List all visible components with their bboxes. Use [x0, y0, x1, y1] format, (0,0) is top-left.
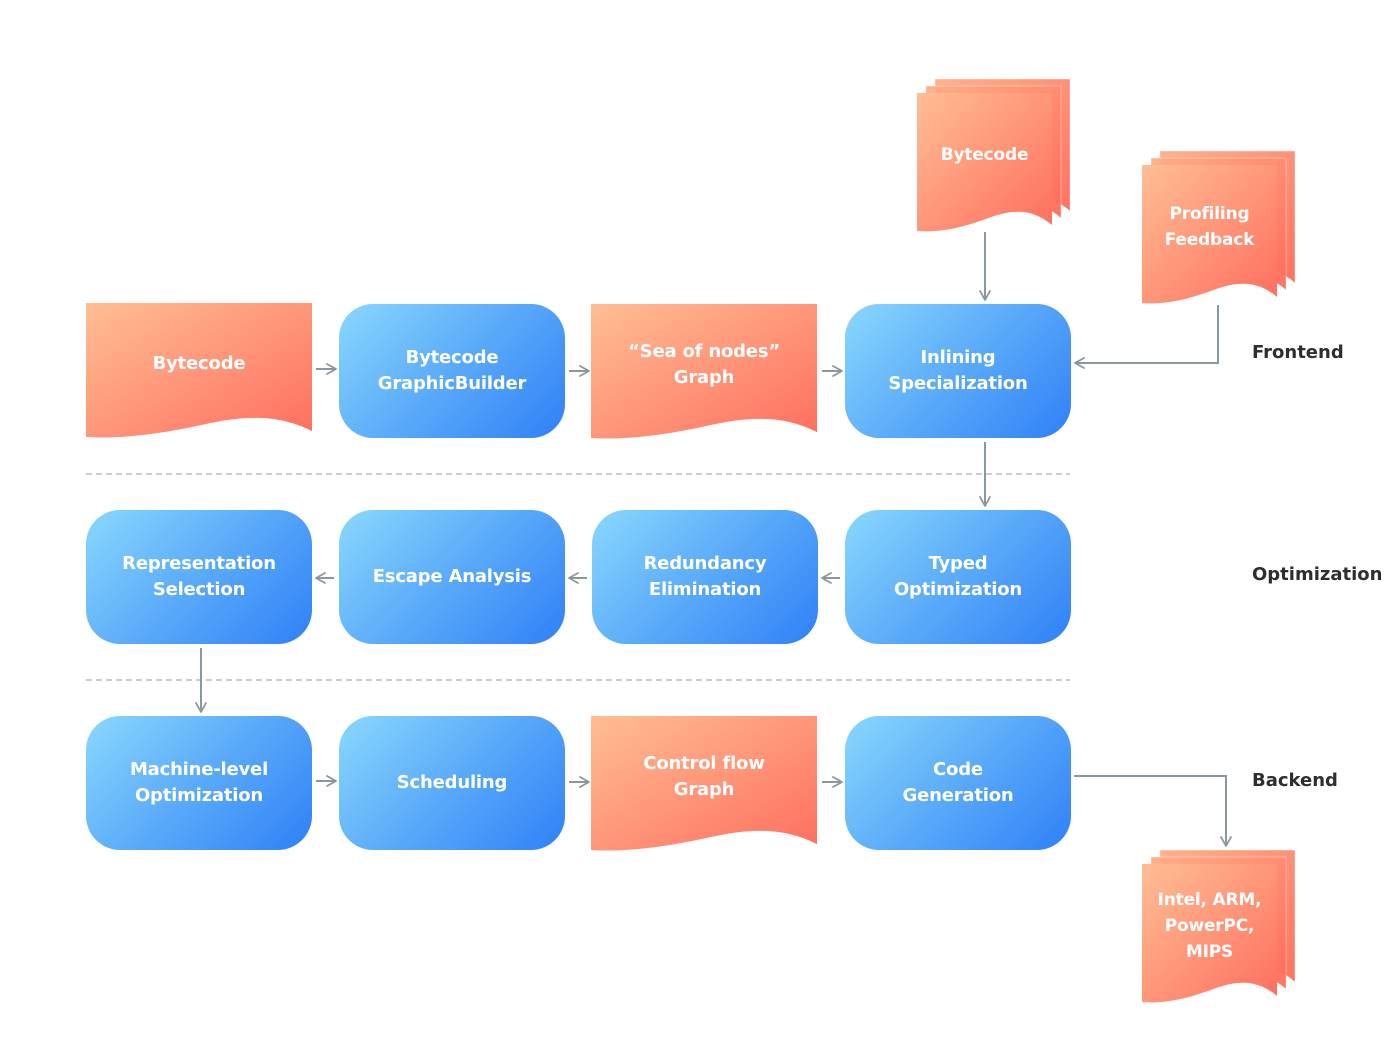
node-label-bytecode-graphic-builder: Bytecode GraphicBuilder [377, 347, 527, 394]
compiler-pipeline-diagram: Bytecode Bytecode GraphicBuilder “Sea of n… [0, 0, 1400, 1046]
node-label-typed-optimization: Typed Optimization [893, 553, 1023, 600]
node-label-profiling-feedback: Profiling Feedback [1164, 204, 1255, 250]
node-label-bytecode-external: Bytecode [940, 145, 1029, 165]
section-label-optimization: Optimization [1252, 564, 1383, 585]
node-label-bytecode-input: Bytecode [152, 353, 246, 374]
connector-arrow-profiling-feedback-to-inlining-specialization [1074, 305, 1219, 369]
node-label-machine-level-optimization: Machine-level Optimization [129, 759, 269, 806]
node-label-sea-of-nodes-graph: “Sea of nodes” Graph [628, 341, 780, 388]
node-label-scheduling: Scheduling [396, 772, 508, 793]
node-label-code-generation: Code Generation [902, 759, 1014, 806]
connector-arrow-code-generation-to-target-architectures [1074, 775, 1232, 847]
section-label-frontend: Frontend [1252, 342, 1344, 363]
node-label-redundancy-elimination: Redundancy Elimination [643, 553, 767, 600]
section-label-backend: Backend [1252, 770, 1338, 791]
node-label-inlining-specialization: Inlining Specialization [888, 347, 1028, 394]
node-label-escape-analysis: Escape Analysis [372, 566, 532, 587]
node-label-representation-selection: Representation Selection [122, 553, 276, 600]
node-label-target-architectures: Intel, ARM, PowerPC, MIPS [1157, 890, 1262, 962]
node-label-control-flow-graph: Control flow Graph [643, 753, 765, 800]
